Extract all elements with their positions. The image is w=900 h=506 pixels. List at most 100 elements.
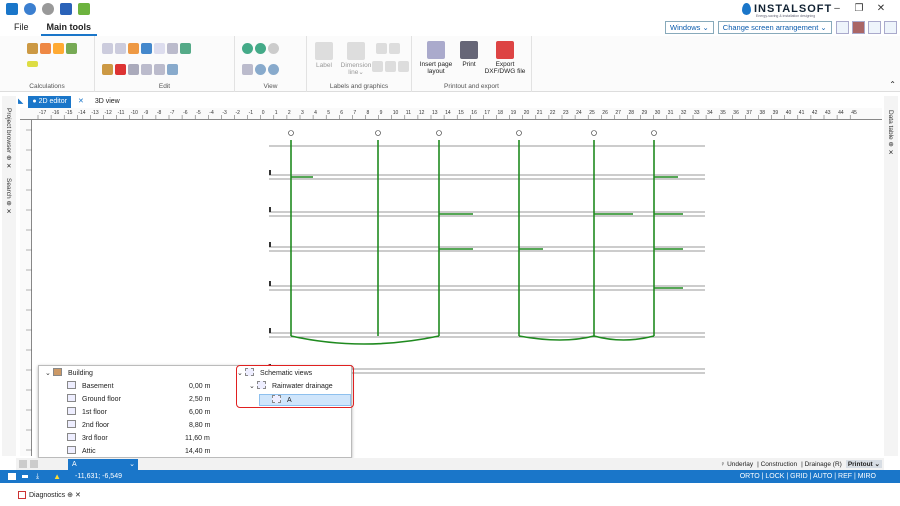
floor-icon [67,394,76,402]
group-label: Labels and graphics [329,83,389,90]
project-browser-tab[interactable]: Project browser ⊕ ✕ [4,108,12,170]
tree-floor[interactable]: Ground floor [67,394,121,406]
menu-right-controls: Windows ⌄ Change screen arrangement ⌄ [665,21,900,34]
tab-3d-view[interactable]: 3D view [91,96,124,108]
building-icon [53,368,62,376]
ruler-label: 10 [393,110,399,116]
delete-icon[interactable] [115,64,126,75]
label-button[interactable]: Label [311,42,337,69]
toggle-underlay[interactable]: ♀ Underlay [720,461,753,468]
export-dxf-text: Export DXF/DWG file [484,61,526,75]
close-tab-icon[interactable]: ✕ [74,96,88,108]
layer-icon[interactable] [19,460,27,468]
drawing-modes[interactable]: ORTO | LOCK | GRID | AUTO | REF | MIRO [740,473,900,480]
table-icon[interactable] [385,61,396,72]
print-button[interactable]: Print [458,41,480,68]
ruler-label: 5 [327,110,330,116]
screen-icon[interactable] [8,473,16,480]
group-label: Calculations [29,83,65,90]
tree-floor[interactable]: Basement [67,381,114,393]
minimize-button[interactable]: – [826,0,848,18]
ruler-label: 29 [642,110,648,116]
toggle-drainage[interactable]: | Drainage (R) [801,461,842,468]
ruler-label: 36 [733,110,739,116]
home-icon[interactable] [6,3,18,15]
windows-dropdown[interactable]: Windows ⌄ [665,21,714,34]
cursor-icon[interactable]: ⤓ [36,473,39,481]
floor-name: 2nd floor [82,422,110,429]
tab-2d-editor[interactable]: ● 2D editor [28,96,71,108]
layout-icon[interactable] [835,21,849,34]
arrangement-dropdown[interactable]: Change screen arrangement ⌄ [717,21,832,34]
export-dxf-button[interactable]: Export DXF/DWG file [482,41,528,75]
cut-icon[interactable] [102,64,113,75]
dimension-button[interactable]: Dimension line⌄ [339,42,373,76]
line-icon[interactable] [376,43,387,54]
zoom-dropdown-icon[interactable] [268,43,279,54]
paste-icon[interactable] [128,43,139,54]
toggle-construction[interactable]: | Construction [757,461,797,468]
collapse-icon[interactable] [883,21,897,34]
tree-floor[interactable]: 3rd floor [67,433,108,445]
ruler-label: 42 [812,110,818,116]
chevron-down-icon[interactable]: ⌄ [45,368,53,380]
frame-icon[interactable] [154,43,165,54]
zoom-fit-icon[interactable] [255,64,266,75]
ruler-label: -14 [78,110,85,116]
menu-main-tools[interactable]: Main tools [40,18,98,36]
grid-icon[interactable] [180,43,191,54]
data-table-tab[interactable]: Data table ⊕ ✕ [886,110,894,157]
zoom-in-icon[interactable] [242,43,253,54]
restore-button[interactable]: ❐ [848,0,870,18]
tree-floor[interactable]: 2nd floor [67,420,109,432]
view-selector[interactable]: A ⌄ [68,458,138,470]
search-tab[interactable]: Search ⊕ ✕ [4,178,12,216]
redo-icon[interactable] [42,3,54,15]
check-icon[interactable] [66,43,77,54]
calc-icon[interactable] [27,43,38,54]
floor-icon [67,433,76,441]
insert-page-layout-button[interactable]: Insert page layout [416,41,456,75]
tree-floor[interactable]: Attic [67,446,96,458]
rotate-icon[interactable] [141,64,152,75]
print-text: Print [462,61,476,68]
zoom-out-icon[interactable] [255,43,266,54]
diagnostics-tab[interactable]: Diagnostics ⊕ ✕ [29,491,81,499]
export-icon[interactable] [78,3,90,15]
minus-icon[interactable] [22,475,28,478]
undo-edit-icon[interactable] [141,43,152,54]
warning-icon[interactable] [53,43,64,54]
copy-icon[interactable] [102,43,113,54]
editor-icon: ◣ [18,98,24,105]
collapse-ribbon-icon[interactable]: ⌃ [889,80,896,89]
ruler-label: 4 [314,110,317,116]
symbol-icon[interactable] [398,61,409,72]
ruler-label: -4 [209,110,214,116]
menu-file[interactable]: File [8,18,35,36]
settings-icon[interactable] [867,21,881,34]
label-button-text: Label [316,62,332,69]
text-icon[interactable] [167,64,178,75]
tree-building[interactable]: ⌄ Building [45,368,93,380]
undo-icon[interactable] [24,3,36,15]
shape-icon[interactable] [389,43,400,54]
toggle-printout[interactable]: Printout ⌄ [845,460,882,468]
pan-icon[interactable] [268,64,279,75]
list-icon[interactable] [27,61,38,67]
floor-level: 11,60 m [185,435,210,442]
app-icon[interactable] [851,21,865,34]
warning-icon[interactable]: ▲ [53,472,61,481]
align-icon[interactable] [154,64,165,75]
tree-floor[interactable]: 1st floor [67,407,107,419]
save-icon[interactable] [60,3,72,15]
mirror-icon[interactable] [128,64,139,75]
close-button[interactable]: ✕ [870,0,892,18]
export-file-icon [496,41,514,59]
heat-icon[interactable] [40,43,51,54]
pin-icon[interactable] [30,460,38,468]
zoom-window-icon[interactable] [242,64,253,75]
text-frame-icon[interactable] [372,61,383,72]
ruler-label: 8 [367,110,370,116]
move-icon[interactable] [167,43,178,54]
find-icon[interactable] [115,43,126,54]
